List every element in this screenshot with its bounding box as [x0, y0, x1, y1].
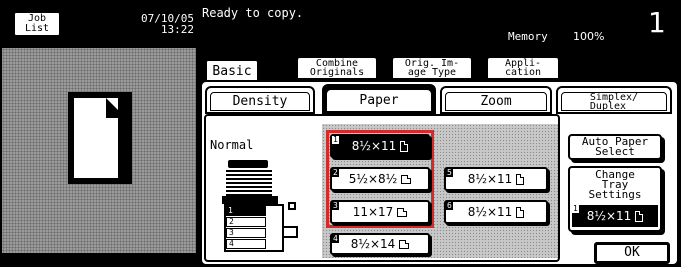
- tray-3-label: 11×17: [352, 205, 394, 219]
- tab-orig-image-type[interactable]: Orig. Im- age Type: [391, 56, 473, 78]
- auto-paper-select-button[interactable]: Auto Paper Select: [568, 134, 662, 160]
- status-bar: Ready to copy. Memory 100% 1: [198, 0, 681, 50]
- machine-tray-4: 4: [226, 239, 266, 249]
- tab-basic[interactable]: Basic: [204, 58, 260, 82]
- tab-paper[interactable]: Paper: [322, 84, 436, 114]
- date-time-display: 07/10/05 13:22: [110, 13, 194, 37]
- tray-3-button[interactable]: 3 11×17: [330, 200, 430, 224]
- landscape-paper-icon: [401, 174, 412, 184]
- tray-1-button[interactable]: 1 8½×11: [330, 134, 430, 158]
- landscape-paper-icon: [399, 239, 410, 249]
- tab-application[interactable]: Appli- cation: [486, 56, 560, 78]
- copy-count: 1: [648, 6, 666, 39]
- change-tray-settings-label: Change Tray Settings: [588, 168, 642, 201]
- change-tray-settings-button[interactable]: Change Tray Settings 1 8½×11: [568, 166, 662, 232]
- status-message: Ready to copy.: [202, 6, 304, 20]
- machine-tray-1: 1: [226, 206, 266, 216]
- job-list-button[interactable]: Job List: [13, 11, 61, 37]
- tray-1-number: 1: [332, 135, 339, 144]
- machine-tray-3: 3: [226, 228, 266, 238]
- tray-5-label: 8½×11: [467, 172, 513, 186]
- tray-3-number: 3: [332, 201, 339, 210]
- tray-1-label: 8½×11: [351, 139, 397, 153]
- page-preview-icon: [68, 92, 132, 184]
- portrait-paper-icon: [400, 140, 409, 152]
- tray-4-number: 4: [332, 234, 339, 243]
- memory-label: Memory: [508, 30, 548, 43]
- paper-mode-label: Normal: [210, 138, 254, 152]
- memory-value: 100%: [573, 30, 605, 43]
- current-tray-label: 8½×11: [586, 209, 632, 223]
- tray-6-button[interactable]: 6 8½×11: [444, 200, 548, 224]
- tab-density[interactable]: Density: [205, 86, 315, 114]
- ok-button[interactable]: OK: [594, 242, 670, 264]
- tray-6-number: 6: [446, 201, 453, 210]
- landscape-paper-icon: [397, 207, 408, 217]
- current-tray-number: 1: [572, 204, 579, 213]
- tray-5-number: 5: [446, 168, 453, 177]
- preview-area: [2, 48, 196, 253]
- current-tray-display: 1 8½×11: [572, 205, 658, 227]
- machine-tray-2: 2: [226, 217, 266, 227]
- tray-4-label: 8½×14: [350, 237, 396, 251]
- time-text: 13:22: [160, 23, 194, 36]
- tray-5-button[interactable]: 5 8½×11: [444, 167, 548, 191]
- copier-machine-illustration: 1 2 3 4: [222, 160, 312, 254]
- portrait-paper-icon: [516, 173, 525, 185]
- tray-6-label: 8½×11: [467, 205, 513, 219]
- tray-4-button[interactable]: 4 8½×14: [330, 233, 430, 255]
- tray-2-number: 2: [332, 168, 339, 177]
- portrait-paper-icon: [635, 210, 644, 222]
- tray-2-button[interactable]: 2 5½×8½: [330, 167, 430, 191]
- portrait-paper-icon: [516, 206, 525, 218]
- tab-combine-originals[interactable]: Combine Originals: [296, 56, 378, 78]
- tray-2-label: 5½×8½: [348, 172, 398, 186]
- tab-simplex-duplex[interactable]: Simplex/ Duplex: [556, 86, 672, 114]
- tab-zoom[interactable]: Zoom: [440, 86, 552, 114]
